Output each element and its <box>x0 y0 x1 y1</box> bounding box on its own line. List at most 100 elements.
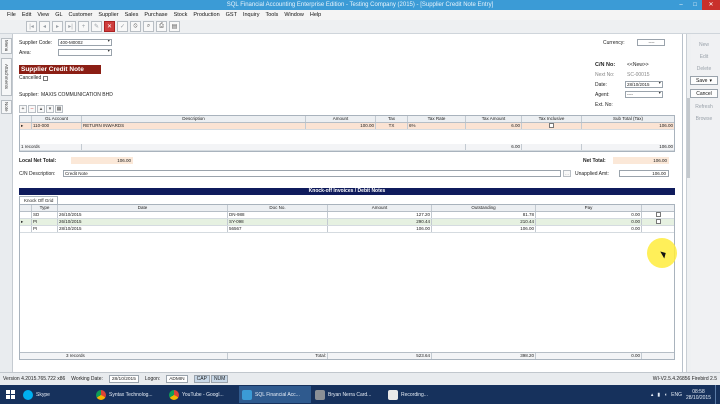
add-icon[interactable]: + <box>78 21 89 32</box>
cell-pay[interactable]: 0.00 <box>536 212 642 218</box>
col-tax-rate[interactable]: Tax Rate <box>408 116 466 122</box>
area-field[interactable] <box>58 49 112 56</box>
cancel-button[interactable]: Cancel <box>690 89 718 98</box>
language-indicator[interactable]: ENG <box>671 392 682 398</box>
cancelled-checkbox-wrap[interactable]: Cancelled <box>19 75 49 81</box>
delete-button[interactable]: Delete <box>690 64 718 73</box>
save-button[interactable]: Save ▾ <box>690 76 718 85</box>
col-date[interactable]: Date <box>58 205 228 211</box>
cell-select[interactable] <box>642 219 674 225</box>
menu-supplier[interactable]: Supplier <box>95 12 121 18</box>
col-tax-inclusive[interactable]: Tax Inclusive <box>522 116 582 122</box>
clock[interactable]: 08:58 28/10/2015 <box>686 389 711 401</box>
col-type[interactable]: Type <box>32 205 58 211</box>
col-amount[interactable]: Amount <box>306 116 376 122</box>
tab-note[interactable]: Note <box>1 100 12 114</box>
delete-row-icon[interactable]: – <box>28 105 36 113</box>
col-gl-account[interactable]: GL Account <box>32 116 82 122</box>
save-icon[interactable]: ✓ <box>117 21 128 32</box>
network-icon[interactable]: ▮ <box>657 392 660 398</box>
refresh-button[interactable]: Refresh <box>690 102 718 111</box>
cn-description-field[interactable]: Credit Note <box>63 170 561 177</box>
row-checkbox[interactable] <box>655 219 661 225</box>
edit-icon[interactable]: ✎ <box>91 21 102 32</box>
preview-icon[interactable]: ▤ <box>169 21 180 32</box>
last-record-icon[interactable]: ▸| <box>65 21 76 32</box>
menu-stock[interactable]: Stock <box>171 12 191 18</box>
col-tax[interactable]: Tax <box>376 116 408 122</box>
taskbar-item-sql-financial[interactable]: SQL Financial Acc... <box>239 386 311 403</box>
col-description[interactable]: Description <box>82 116 306 122</box>
col-tax-amount[interactable]: Tax Amount <box>466 116 522 122</box>
move-down-icon[interactable]: ▾ <box>46 105 54 113</box>
menu-window[interactable]: Window <box>281 12 307 18</box>
menu-view[interactable]: View <box>34 12 52 18</box>
menu-help[interactable]: Help <box>307 12 324 18</box>
cell-tax-inclusive[interactable] <box>522 123 582 129</box>
cell-select[interactable] <box>642 212 674 218</box>
cell-tax-rate[interactable]: 6% <box>408 123 466 129</box>
table-row[interactable]: ▸ 110-000 RETURN INWARDS 100.00 TX 6% 6.… <box>20 123 674 130</box>
cell-pay[interactable]: 0.00 <box>536 226 642 232</box>
menu-production[interactable]: Production <box>190 12 222 18</box>
menu-inquiry[interactable]: Inquiry <box>240 12 263 18</box>
move-up-icon[interactable]: ▴ <box>37 105 45 113</box>
first-record-icon[interactable]: |◂ <box>26 21 37 32</box>
tab-knock-off-grid[interactable]: Knock Off Grid <box>19 196 59 204</box>
taskbar-item-cards[interactable]: Bryan Nerra Card... <box>312 386 384 403</box>
cell-tax-amount[interactable]: 6.00 <box>466 123 522 129</box>
tray-up-arrow-icon[interactable]: ▴ <box>651 392 654 398</box>
taskbar-item-chrome-2[interactable]: YouTube - Googl... <box>166 386 238 403</box>
date-field[interactable]: 28/10/2015 <box>625 81 663 88</box>
menu-customer[interactable]: Customer <box>66 12 96 18</box>
table-row[interactable]: ▸ PI 26/10/2015 SY-098 290.44 210.44 0.0… <box>20 219 674 226</box>
cell-sub-total[interactable]: 106.00 <box>582 123 674 129</box>
cancel-icon[interactable]: ⦸ <box>130 21 141 32</box>
cancelled-checkbox[interactable] <box>43 75 49 81</box>
tab-attachments[interactable]: Attachments <box>1 58 12 96</box>
minimize-button[interactable]: – <box>674 0 688 10</box>
cell-account[interactable]: 110-000 <box>32 123 82 129</box>
start-button[interactable] <box>0 385 20 404</box>
volume-icon[interactable]: ◖ <box>664 392 667 398</box>
table-row[interactable]: SD 26/10/2015 DN-988 127.20 81.78 0.00 <box>20 212 674 219</box>
cell-pay[interactable]: 0.00 <box>536 219 642 225</box>
agent-field[interactable]: ---- <box>625 91 663 98</box>
taskbar-item-skype[interactable]: Skype <box>20 386 92 403</box>
edit-button[interactable]: Edit <box>690 52 718 61</box>
menu-gst[interactable]: GST <box>223 12 240 18</box>
add-row-icon[interactable]: + <box>19 105 27 113</box>
grid-settings-icon[interactable]: ▦ <box>55 105 63 113</box>
col-outstanding[interactable]: Outstanding <box>432 205 536 211</box>
menu-edit[interactable]: Edit <box>19 12 34 18</box>
maximize-button[interactable]: □ <box>688 0 702 10</box>
show-desktop-button[interactable] <box>715 385 718 404</box>
chevron-down-icon[interactable]: ▾ <box>709 78 712 84</box>
table-row[interactable]: PI 28/10/2015 56567 106.00 106.00 0.00 <box>20 226 674 233</box>
menu-sales[interactable]: Sales <box>122 12 142 18</box>
new-button[interactable]: New <box>690 40 718 49</box>
supplier-code-field[interactable]: 400-M0002 <box>58 39 112 46</box>
cell-amount[interactable]: 100.00 <box>306 123 376 129</box>
prev-record-icon[interactable]: ◂ <box>39 21 50 32</box>
currency-field[interactable]: ---- <box>637 39 665 46</box>
menu-file[interactable]: File <box>4 12 19 18</box>
col-sub-total[interactable]: Sub Total (Tax) <box>582 116 674 122</box>
menu-gl[interactable]: GL <box>52 12 65 18</box>
browse-button[interactable]: Browse <box>690 114 718 123</box>
next-record-icon[interactable]: ▸ <box>52 21 63 32</box>
search-icon[interactable]: ⌕ <box>143 21 154 32</box>
delete-icon[interactable]: ✕ <box>104 21 115 32</box>
more-options-icon[interactable]: … <box>563 170 571 177</box>
taskbar-item-recording[interactable]: Recording... <box>385 386 457 403</box>
cell-description[interactable]: RETURN INWARDS <box>82 123 306 129</box>
col-doc-no[interactable]: Doc No. <box>228 205 328 211</box>
tax-inclusive-checkbox[interactable] <box>549 123 554 129</box>
col-pay[interactable]: Pay <box>536 205 642 211</box>
close-button[interactable]: ✕ <box>702 0 720 10</box>
tab-menu[interactable]: Menu <box>1 38 12 54</box>
cell-tax[interactable]: TX <box>376 123 408 129</box>
taskbar-item-chrome-1[interactable]: Syntax Technolog... <box>93 386 165 403</box>
row-checkbox[interactable] <box>655 212 661 218</box>
menu-tools[interactable]: Tools <box>262 12 281 18</box>
